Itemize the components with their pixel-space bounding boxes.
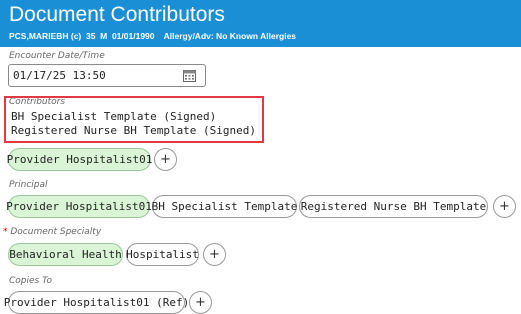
specialty-chip-hospitalist[interactable]: Hospitalist: [126, 243, 199, 266]
add-specialty-button[interactable]: +: [203, 243, 226, 266]
contributor-item: BH Specialist Template (Signed): [11, 110, 217, 123]
page-title: Document Contributors: [9, 3, 225, 26]
add-copies-to-button[interactable]: +: [189, 291, 212, 314]
header-bar: Document Contributors PCS,MARIEBH (c) 35…: [0, 0, 521, 47]
author-chip[interactable]: Provider Hospitalist01: [7, 148, 152, 171]
copies-to-label: Copies To: [9, 276, 52, 286]
encounter-datetime-input[interactable]: 01/17/25 13:50: [8, 64, 206, 87]
encounter-label: Encounter Date/Time: [9, 51, 105, 61]
principal-chip-registered-nurse[interactable]: Registered Nurse BH Template: [299, 195, 488, 218]
copies-to-chip[interactable]: Provider Hospitalist01 (Ref): [4, 291, 189, 314]
principal-label: Principal: [9, 180, 48, 190]
required-mark: *: [3, 227, 8, 237]
principal-chip-bh-specialist[interactable]: BH Specialist Template: [152, 195, 297, 218]
contributor-item: Registered Nurse BH Template (Signed): [11, 124, 257, 137]
principal-chip-provider[interactable]: Provider Hospitalist01: [6, 195, 152, 218]
patient-banner: PCS,MARIEBH (c) 35 M 01/01/1990 Allergy/…: [9, 31, 297, 41]
document-specialty-label: * Document Specialty: [3, 227, 102, 237]
add-author-button[interactable]: +: [154, 148, 177, 171]
encounter-datetime-value: 01/17/25 13:50: [13, 69, 106, 82]
specialty-chip-behavioral-health[interactable]: Behavioral Health: [8, 243, 123, 266]
calendar-icon[interactable]: [183, 69, 196, 82]
add-principal-button[interactable]: +: [493, 195, 516, 218]
